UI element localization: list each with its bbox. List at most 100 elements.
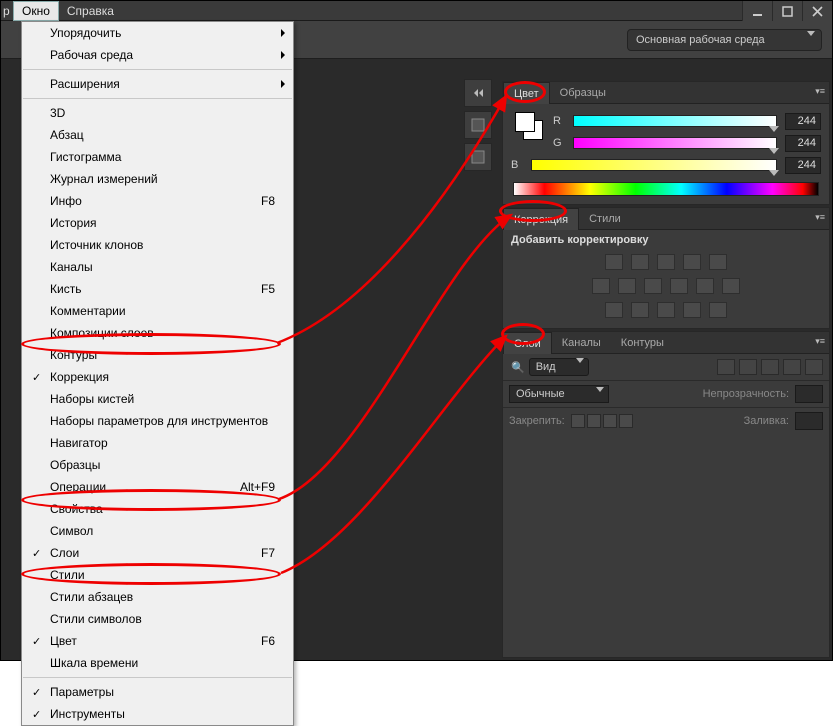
- layer-filter-kind[interactable]: Вид: [529, 358, 589, 376]
- workspace-switcher[interactable]: Основная рабочая среда: [627, 29, 822, 51]
- submenu-arrow-icon: [281, 29, 285, 37]
- filter-type-icon[interactable]: [761, 359, 779, 375]
- slider-thumb-icon[interactable]: [769, 170, 779, 176]
- red-value[interactable]: 244: [785, 113, 821, 130]
- vibrance-icon[interactable]: [709, 254, 727, 270]
- menu-workspace-sub[interactable]: Рабочая среда: [22, 44, 293, 66]
- menu-clone-source[interactable]: Источник клонов: [22, 234, 293, 256]
- opacity-field[interactable]: [795, 385, 823, 403]
- filter-label: Вид: [536, 361, 556, 373]
- tab-paths[interactable]: Контуры: [611, 332, 674, 354]
- lock-all-icon[interactable]: [619, 414, 633, 428]
- menu-tool-presets[interactable]: Наборы параметров для инструментов: [22, 410, 293, 432]
- filter-shape-icon[interactable]: [783, 359, 801, 375]
- menu-extensions[interactable]: Расширения: [22, 73, 293, 95]
- levels-icon[interactable]: [631, 254, 649, 270]
- hue-saturation-icon[interactable]: [592, 278, 610, 294]
- tab-swatches[interactable]: Образцы: [550, 82, 616, 104]
- menu-options[interactable]: ✓Параметры: [22, 681, 293, 703]
- tab-color[interactable]: Цвет: [503, 82, 550, 104]
- menu-adjustments[interactable]: ✓Коррекция: [22, 366, 293, 388]
- menu-character[interactable]: Символ: [22, 520, 293, 542]
- menu-tools[interactable]: ✓Инструменты: [22, 703, 293, 725]
- curves-icon[interactable]: [657, 254, 675, 270]
- filter-adjust-icon[interactable]: [739, 359, 757, 375]
- menu-layers[interactable]: ✓СлоиF7: [22, 542, 293, 564]
- menu-channels[interactable]: Каналы: [22, 256, 293, 278]
- brightness-contrast-icon[interactable]: [605, 254, 623, 270]
- black-white-icon[interactable]: [644, 278, 662, 294]
- menu-paragraph-styles[interactable]: Стили абзацев: [22, 586, 293, 608]
- menu-brush-presets[interactable]: Наборы кистей: [22, 388, 293, 410]
- menu-histogram[interactable]: Гистограмма: [22, 146, 293, 168]
- foreground-background-swatch[interactable]: [515, 112, 543, 140]
- menu-info[interactable]: ИнфоF8: [22, 190, 293, 212]
- foreground-color[interactable]: [515, 112, 535, 132]
- menu-comments[interactable]: Комментарии: [22, 300, 293, 322]
- menu-timeline[interactable]: Шкала времени: [22, 652, 293, 674]
- menu-layer-comps[interactable]: Композиции слоев: [22, 322, 293, 344]
- green-slider[interactable]: [573, 137, 777, 149]
- photo-filter-icon[interactable]: [670, 278, 688, 294]
- menu-help[interactable]: Справка: [59, 1, 122, 21]
- menu-actions[interactable]: ОперацииAlt+F9: [22, 476, 293, 498]
- tab-channels[interactable]: Каналы: [552, 332, 611, 354]
- gradient-map-icon[interactable]: [683, 302, 701, 318]
- green-value[interactable]: 244: [785, 135, 821, 152]
- menu-navigator[interactable]: Навигатор: [22, 432, 293, 454]
- red-slider-row: R 244: [553, 110, 821, 132]
- red-slider[interactable]: [573, 115, 777, 127]
- menu-history[interactable]: История: [22, 212, 293, 234]
- tab-styles[interactable]: Стили: [579, 208, 631, 230]
- window-minimize-button[interactable]: [742, 1, 772, 21]
- menu-prev[interactable]: р: [1, 1, 13, 21]
- window-maximize-button[interactable]: [772, 1, 802, 21]
- lock-transparent-icon[interactable]: [571, 414, 585, 428]
- lock-image-icon[interactable]: [587, 414, 601, 428]
- blue-value[interactable]: 244: [785, 157, 821, 174]
- menu-character-styles[interactable]: Стили символов: [22, 608, 293, 630]
- selective-color-icon[interactable]: [709, 302, 727, 318]
- tab-layers[interactable]: Слои: [503, 332, 552, 354]
- fill-field[interactable]: [795, 412, 823, 430]
- tab-adjustments[interactable]: Коррекция: [503, 208, 579, 230]
- menu-arrange[interactable]: Упорядочить: [22, 22, 293, 44]
- slider-thumb-icon[interactable]: [769, 126, 779, 132]
- color-spectrum[interactable]: [513, 182, 819, 196]
- dock-properties-icon[interactable]: [464, 143, 492, 171]
- submenu-arrow-icon: [281, 80, 285, 88]
- menu-paragraph[interactable]: Абзац: [22, 124, 293, 146]
- menu-color[interactable]: ✓ЦветF6: [22, 630, 293, 652]
- workspace-label: Основная рабочая среда: [636, 34, 765, 46]
- menu-properties[interactable]: Свойства: [22, 498, 293, 520]
- panel-menu-icon[interactable]: ▾≡: [815, 336, 825, 347]
- panel-menu-icon[interactable]: ▾≡: [815, 86, 825, 97]
- lock-position-icon[interactable]: [603, 414, 617, 428]
- dock-expand-icon[interactable]: [464, 79, 492, 107]
- menu-window[interactable]: Окно: [13, 1, 59, 21]
- menu-paths[interactable]: Контуры: [22, 344, 293, 366]
- menu-measurement-log[interactable]: Журнал измерений: [22, 168, 293, 190]
- blend-mode-dropdown[interactable]: Обычные: [509, 385, 609, 403]
- channel-mixer-icon[interactable]: [696, 278, 714, 294]
- b-label: B: [511, 159, 523, 171]
- panel-menu-icon[interactable]: ▾≡: [815, 212, 825, 223]
- color-balance-icon[interactable]: [618, 278, 636, 294]
- filter-smart-icon[interactable]: [805, 359, 823, 375]
- layers-panel: Слои Каналы Контуры ▾≡ 🔍 Вид: [502, 331, 830, 658]
- threshold-icon[interactable]: [657, 302, 675, 318]
- adjustments-title: Добавить корректировку: [503, 230, 829, 252]
- menu-swatches[interactable]: Образцы: [22, 454, 293, 476]
- menu-brush[interactable]: КистьF5: [22, 278, 293, 300]
- invert-icon[interactable]: [605, 302, 623, 318]
- color-lookup-icon[interactable]: [722, 278, 740, 294]
- dock-history-icon[interactable]: [464, 111, 492, 139]
- posterize-icon[interactable]: [631, 302, 649, 318]
- filter-pixel-icon[interactable]: [717, 359, 735, 375]
- menu-styles[interactable]: Стили: [22, 564, 293, 586]
- window-close-button[interactable]: [802, 1, 832, 21]
- blue-slider[interactable]: [531, 159, 777, 171]
- slider-thumb-icon[interactable]: [769, 148, 779, 154]
- menu-3d[interactable]: 3D: [22, 102, 293, 124]
- exposure-icon[interactable]: [683, 254, 701, 270]
